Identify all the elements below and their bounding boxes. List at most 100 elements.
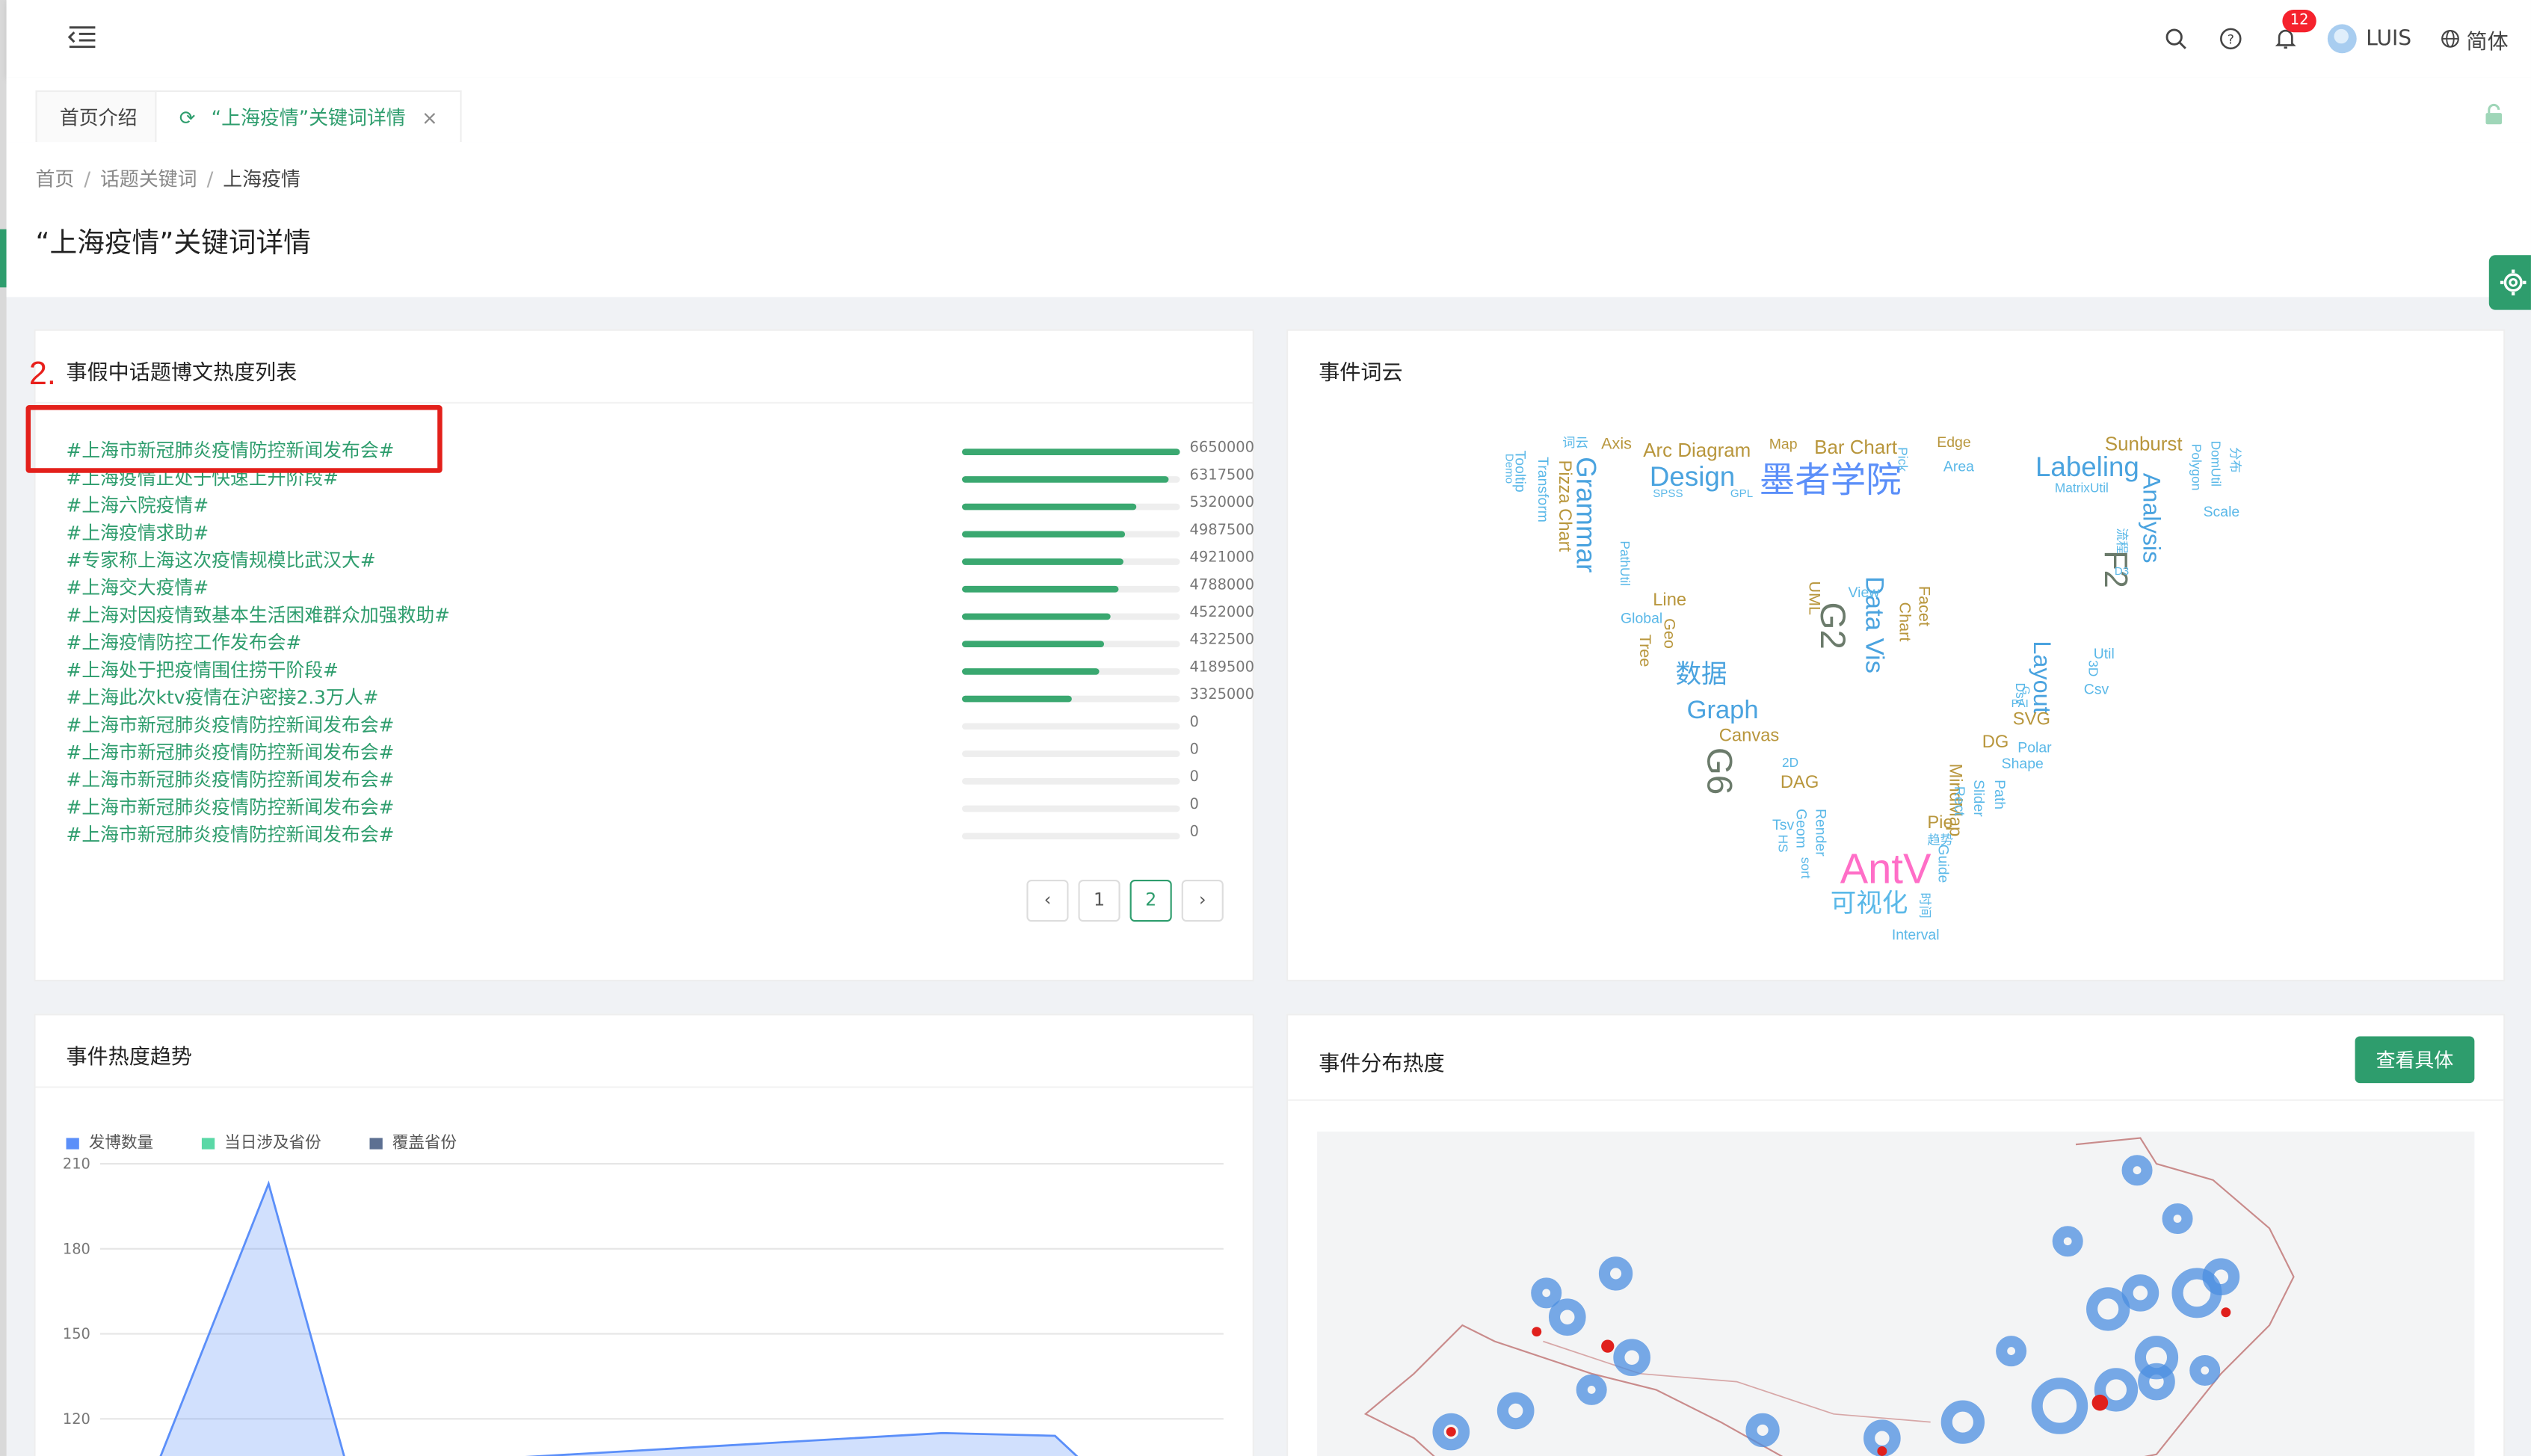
left-edge (0, 0, 7, 1456)
heat-bar (962, 668, 1180, 675)
cloud-word: Chart (1895, 602, 1913, 642)
cloud-word: 词云 (1562, 436, 1588, 451)
topic-link[interactable]: #上海市新冠肺炎疫情防控新闻发布会# (67, 437, 395, 463)
language-switch[interactable]: 简体 (2441, 23, 2509, 54)
user-menu[interactable]: LUIS (2327, 24, 2411, 54)
topic-link[interactable]: #上海市新冠肺炎疫情防控新闻发布会# (67, 767, 395, 793)
cloud-word: Analysis (2137, 472, 2165, 564)
topic-link[interactable]: #上海对因疫情致基本生活困难群众加强救助# (67, 602, 450, 629)
cloud-word: Tsv (1772, 816, 1795, 833)
page-1-button[interactable]: 1 (1078, 879, 1120, 922)
topic-link[interactable]: #上海市新冠肺炎疫情防控新闻发布会# (67, 795, 395, 821)
heat-bar (962, 805, 1180, 812)
topic-link[interactable]: #上海市新冠肺炎疫情防控新闻发布会# (67, 739, 395, 765)
menu-fold-icon[interactable] (64, 19, 100, 55)
side-indicator (0, 229, 7, 288)
heat-bar-fill (962, 585, 1119, 593)
heat-bar (962, 503, 1180, 510)
heat-bar-fill (962, 668, 1100, 675)
heat-value: 0 (1189, 715, 1199, 732)
cloud-word: Sunburst (2104, 432, 2183, 456)
cloud-word: AntV (1840, 844, 1932, 893)
cloud-word: Csv (2083, 681, 2109, 697)
heat-bar (962, 558, 1180, 565)
topic-row: #上海六院疫情# 5320000 (67, 493, 1255, 520)
divider (1288, 1099, 2504, 1101)
cloud-word: GPL (1730, 489, 1754, 501)
annotation-number: 2. (28, 357, 56, 392)
topic-link[interactable]: #上海交大疫情# (67, 575, 209, 601)
avatar (2327, 24, 2357, 54)
tab-keyword-detail[interactable]: ⟳ “上海疫情”关键词详情 × (155, 90, 463, 144)
heat-bar-fill (962, 476, 1169, 483)
cloud-word: PathUtil (1617, 540, 1633, 586)
topic-link[interactable]: #上海疫情防控工作发布会# (67, 629, 302, 655)
cloud-word: G6 (1699, 747, 1740, 795)
cloud-word: Rect (1951, 786, 1968, 816)
breadcrumb-topic-keywords[interactable]: 话题关键词 (100, 168, 197, 191)
cloud-word: HS (1775, 834, 1790, 853)
heat-bar-fill (962, 641, 1104, 647)
cloud-word: 流程 (2114, 528, 2130, 554)
topic-link[interactable]: #专家称上海这次疫情规模比武汉大# (67, 547, 376, 573)
cloud-word: Transform (1535, 457, 1552, 523)
heat-bar (962, 750, 1180, 757)
trend-chart: 210 180 150 120 (63, 1156, 1224, 1456)
heat-bar (962, 777, 1180, 785)
cloud-word: DG (1982, 732, 2009, 753)
cloud-word: Edge (1937, 434, 1971, 451)
topic-row: #上海疫情求助# 4987500 (67, 519, 1255, 547)
word-cloud-card: 事件词云 墨者学院 AntV 可视化 Design Labeling Grammar Gra… (1286, 329, 2506, 982)
settings-drawer-button[interactable] (2488, 255, 2531, 310)
cloud-word: 3D (2085, 660, 2100, 677)
heat-value: 4987500 (1189, 522, 1255, 540)
heat-bar (962, 476, 1180, 483)
next-page-button[interactable]: › (1181, 879, 1224, 922)
cloud-word: Arc Diagram (1643, 439, 1751, 462)
cloud-word: Canvas (1718, 726, 1780, 746)
topic-link[interactable]: #上海处于把疫情围住捞干阶段# (67, 657, 339, 683)
cloud-word: MatrixUtil (2054, 481, 2109, 496)
pagination: ‹ 1 2 › (1026, 879, 1224, 922)
topic-link[interactable]: #上海此次ktv疫情在沪密接2.3万人# (67, 685, 379, 711)
topic-link[interactable]: #上海疫情正处于快速上升阶段# (67, 465, 339, 491)
cloud-word: Scale (2203, 503, 2240, 520)
prev-page-button[interactable]: ‹ (1026, 879, 1069, 922)
page-2-button[interactable]: 2 (1129, 879, 1172, 922)
heat-map[interactable] (1317, 1131, 2475, 1456)
cloud-word: Design (1649, 461, 1736, 493)
topic-link[interactable]: #上海市新冠肺炎疫情防控新闻发布会# (67, 712, 395, 738)
y-tick-label: 150 (63, 1325, 90, 1342)
cloud-word: Global (1621, 610, 1663, 626)
help-icon[interactable]: ? (2218, 26, 2244, 52)
cloud-word: Pizza Chart (1554, 460, 1574, 552)
cloud-word: Polar (2017, 739, 2052, 756)
cloud-word: Tree (1635, 634, 1653, 667)
cloud-word: Labeling (2035, 451, 2139, 483)
view-detail-button[interactable]: 查看具体 (2355, 1036, 2475, 1084)
cloud-word: UML (1804, 581, 1822, 616)
tab-home-intro[interactable]: 首页介绍 (35, 90, 161, 143)
refresh-icon[interactable]: ⟳ (179, 92, 196, 144)
breadcrumb-home[interactable]: 首页 (36, 168, 75, 191)
cloud-word: View (1848, 584, 1880, 601)
cloud-word: Geom (1793, 808, 1810, 848)
cloud-word: 2D (1781, 755, 1799, 771)
unlock-icon[interactable] (2482, 103, 2505, 126)
cloud-word: Layout (2027, 641, 2055, 714)
topic-link[interactable]: #上海市新冠肺炎疫情防控新闻发布会# (67, 821, 395, 848)
heat-value: 6317500 (1189, 468, 1255, 484)
topic-link[interactable]: #上海六院疫情# (67, 493, 209, 519)
cloud-word: SVG (2012, 710, 2050, 730)
heat-value: 4322500 (1189, 632, 1255, 650)
close-icon[interactable]: × (422, 107, 438, 129)
heat-bar (962, 695, 1180, 703)
heat-value: 0 (1189, 742, 1199, 759)
cloud-word: DomUtil (2208, 440, 2223, 487)
divider (35, 1086, 1253, 1088)
heat-bar-fill (962, 613, 1111, 620)
search-icon[interactable] (2162, 26, 2189, 52)
topic-link[interactable]: #上海疫情求助# (67, 519, 209, 546)
notification-button[interactable]: 12 (2272, 9, 2317, 52)
heat-bar (962, 448, 1180, 456)
